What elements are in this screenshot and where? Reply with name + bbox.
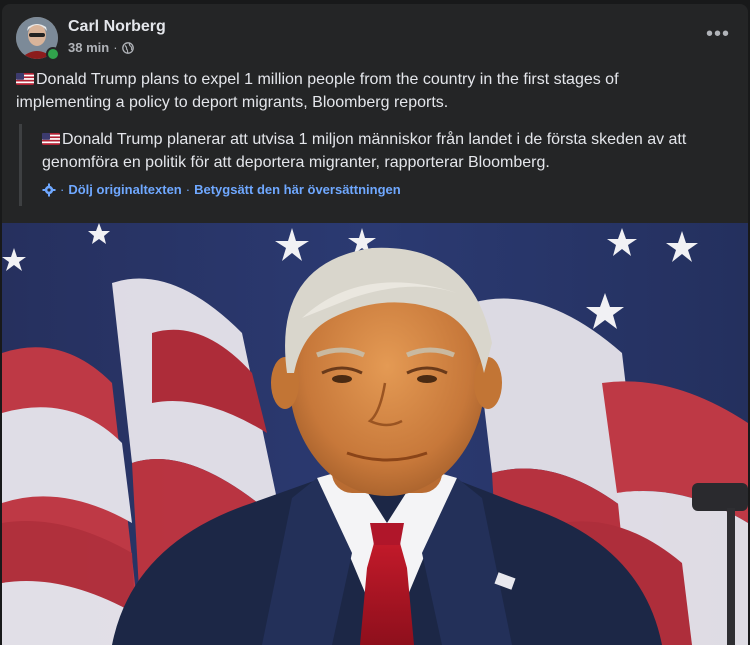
post-text: Donald Trump plans to expel 1 million pe… — [16, 68, 646, 114]
more-options-icon[interactable]: ••• — [706, 24, 730, 44]
post-meta: 38 min · — [68, 40, 134, 56]
meta-separator: · — [113, 40, 118, 55]
original-text-content: Donald Trump planerar att utvisa 1 miljo… — [42, 131, 687, 171]
link-separator: · — [185, 182, 191, 197]
post-text-content: Donald Trump plans to expel 1 million pe… — [16, 71, 619, 111]
translation-links: · Dölj originaltexten · Betygsätt den hä… — [42, 182, 401, 197]
online-status-dot — [46, 47, 60, 61]
link-separator: · — [60, 182, 65, 197]
author-name[interactable]: Carl Norberg — [68, 17, 166, 37]
post-time[interactable]: 38 min — [68, 40, 109, 56]
settings-gear-icon[interactable] — [42, 183, 56, 197]
us-flag-icon — [42, 133, 60, 145]
photo-image — [2, 223, 748, 645]
us-flag-icon — [16, 73, 34, 85]
post-photo[interactable] — [2, 223, 748, 645]
post-card: Carl Norberg 38 min · ••• Donald Trump p… — [2, 4, 748, 645]
original-text-block: Donald Trump planerar att utvisa 1 miljo… — [19, 124, 722, 206]
globe-icon[interactable] — [121, 42, 134, 54]
hide-original-link[interactable]: Dölj originaltexten — [68, 182, 181, 197]
rate-translation-link[interactable]: Betygsätt den här översättningen — [194, 182, 401, 197]
original-text: Donald Trump planerar att utvisa 1 miljo… — [42, 128, 702, 174]
